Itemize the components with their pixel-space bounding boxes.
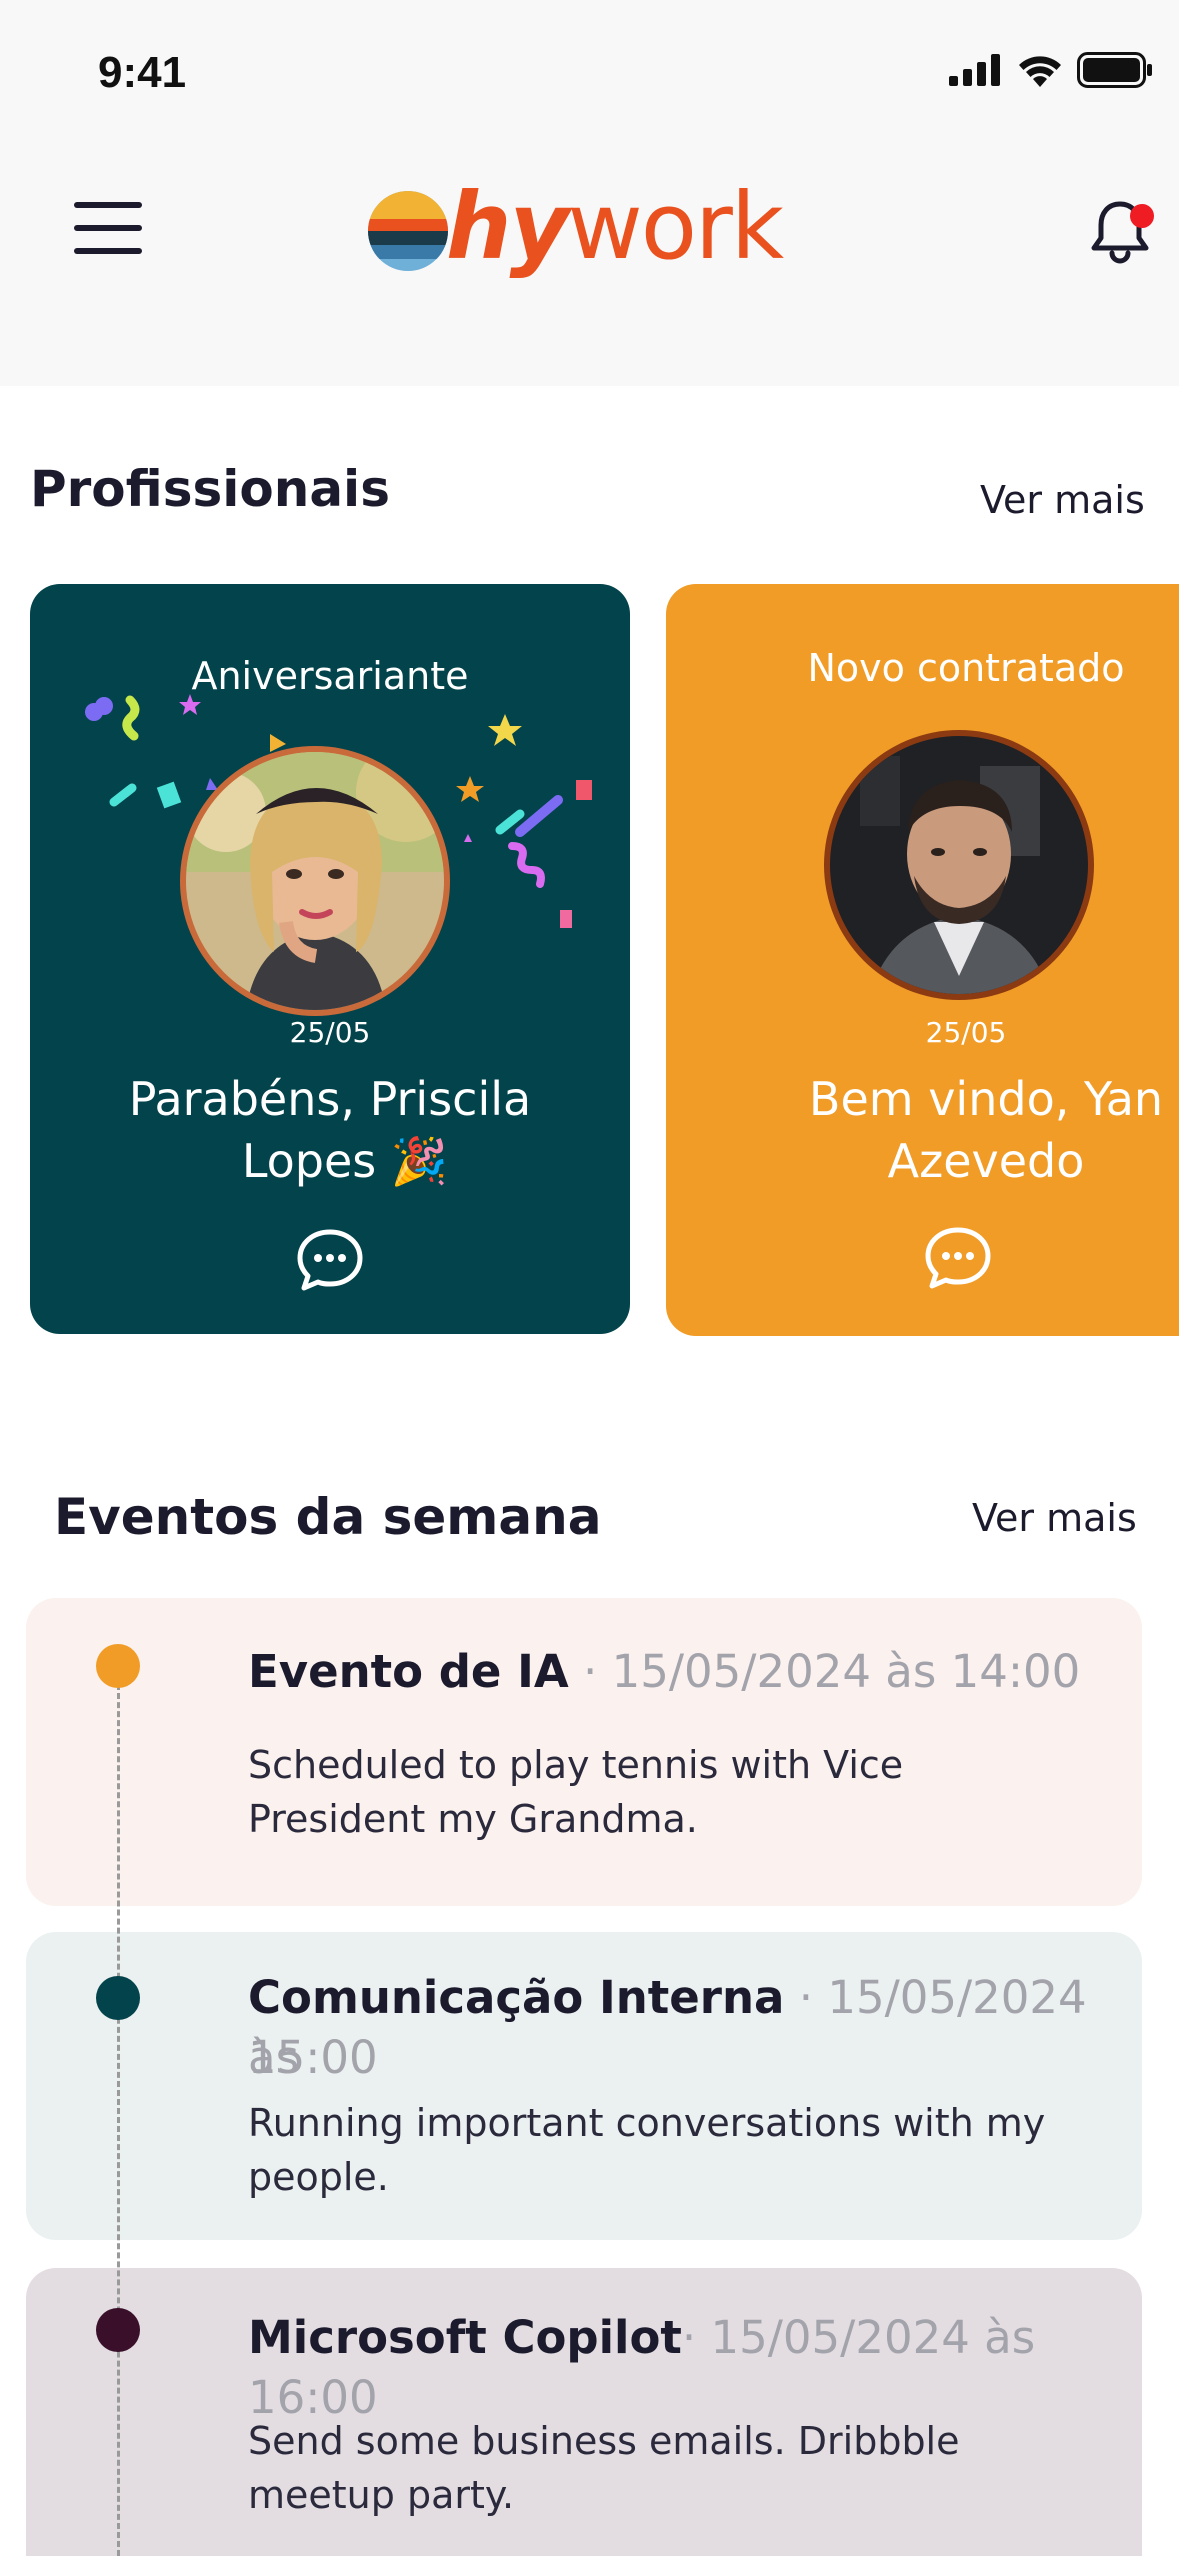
status-icons xyxy=(949,52,1153,88)
timeline-dot xyxy=(96,1976,140,2020)
signal-icon xyxy=(949,54,1000,86)
new-hire-card[interactable]: Novo contratado 25/05 Bem vindo, Yan Aze… xyxy=(666,584,1179,1336)
card-message-line1: Bem vindo, Yan xyxy=(808,1072,1164,1126)
eventos-see-more-link[interactable]: Ver mais xyxy=(972,1496,1137,1540)
event-datetime: · 15/05/2024 às 14:00 xyxy=(568,1645,1081,1698)
event-title: Evento de IA · 15/05/2024 às 14:00 xyxy=(248,1642,1080,1702)
notification-bell-icon[interactable] xyxy=(1084,196,1156,268)
menu-line-icon xyxy=(74,202,142,208)
birthday-card[interactable]: Aniversariante 25/05 Parabéns, Priscila … xyxy=(30,584,630,1334)
event-title: Microsoft Copilot· 15/05/2024 às 16:00 xyxy=(248,2308,1142,2428)
card-label: Novo contratado xyxy=(807,646,1125,690)
logo-text-hy: hy xyxy=(446,173,569,280)
timeline-line xyxy=(117,1666,120,2556)
timeline-dot xyxy=(96,2308,140,2352)
eventos-title: Eventos da semana xyxy=(54,1488,602,1546)
profile-photo-icon xyxy=(186,752,444,1010)
hamburger-menu-button[interactable] xyxy=(70,198,146,258)
card-date: 25/05 xyxy=(925,1016,1007,1049)
event-name: Microsoft Copilot xyxy=(248,2311,682,2364)
event-card-comunicacao[interactable]: Comunicação Interna · 15/05/2024 às 15:0… xyxy=(26,1932,1142,2240)
menu-line-icon xyxy=(74,248,142,254)
event-description-line1: Send some business emails. Dribbble xyxy=(248,2419,960,2463)
profile-photo-icon xyxy=(830,736,1088,994)
menu-line-icon xyxy=(74,225,142,231)
card-message-line2: Lopes 🎉 xyxy=(241,1134,449,1188)
wifi-icon xyxy=(1019,56,1061,87)
event-description-line2: meetup party. xyxy=(248,2473,515,2517)
avatar xyxy=(824,730,1094,1000)
event-card-ia[interactable]: Evento de IA · 15/05/2024 às 14:00 Sched… xyxy=(26,1598,1142,1906)
profissionais-title: Profissionais xyxy=(30,460,390,518)
event-description-line2: people. xyxy=(248,2155,389,2199)
event-name: Comunicação Interna xyxy=(248,1971,785,2024)
hywork-logo: hywork xyxy=(366,173,784,286)
chat-bubble-icon[interactable] xyxy=(924,1226,992,1290)
event-description-line1: Scheduled to play tennis with Vice xyxy=(248,1743,904,1787)
card-message-line1: Parabéns, Priscila xyxy=(128,1072,532,1126)
event-card-copilot[interactable]: Microsoft Copilot· 15/05/2024 às 16:00 S… xyxy=(26,2268,1142,2556)
event-title-line2: 15:00 xyxy=(248,2028,378,2088)
event-description-line2: President my Grandma. xyxy=(248,1797,698,1841)
logo-sun-icon xyxy=(368,191,448,271)
timeline-dot xyxy=(96,1644,140,1688)
event-description-line1: Running important conversations with my xyxy=(248,2101,1046,2145)
avatar xyxy=(180,746,450,1016)
card-date: 25/05 xyxy=(289,1016,371,1049)
event-name: Evento de IA xyxy=(248,1645,569,1698)
notification-badge xyxy=(1130,204,1154,228)
logo-text-work: work xyxy=(567,173,784,280)
card-message-line2: Azevedo xyxy=(887,1134,1085,1188)
event-datetime-line2: 15:00 xyxy=(248,2031,378,2084)
chat-bubble-icon[interactable] xyxy=(296,1228,364,1292)
profissionais-see-more-link[interactable]: Ver mais xyxy=(980,478,1145,522)
card-label: Aniversariante xyxy=(191,654,469,698)
battery-icon xyxy=(1077,52,1152,88)
app-header: 9:41 hywork xyxy=(0,0,1179,386)
status-time: 9:41 xyxy=(98,48,187,97)
